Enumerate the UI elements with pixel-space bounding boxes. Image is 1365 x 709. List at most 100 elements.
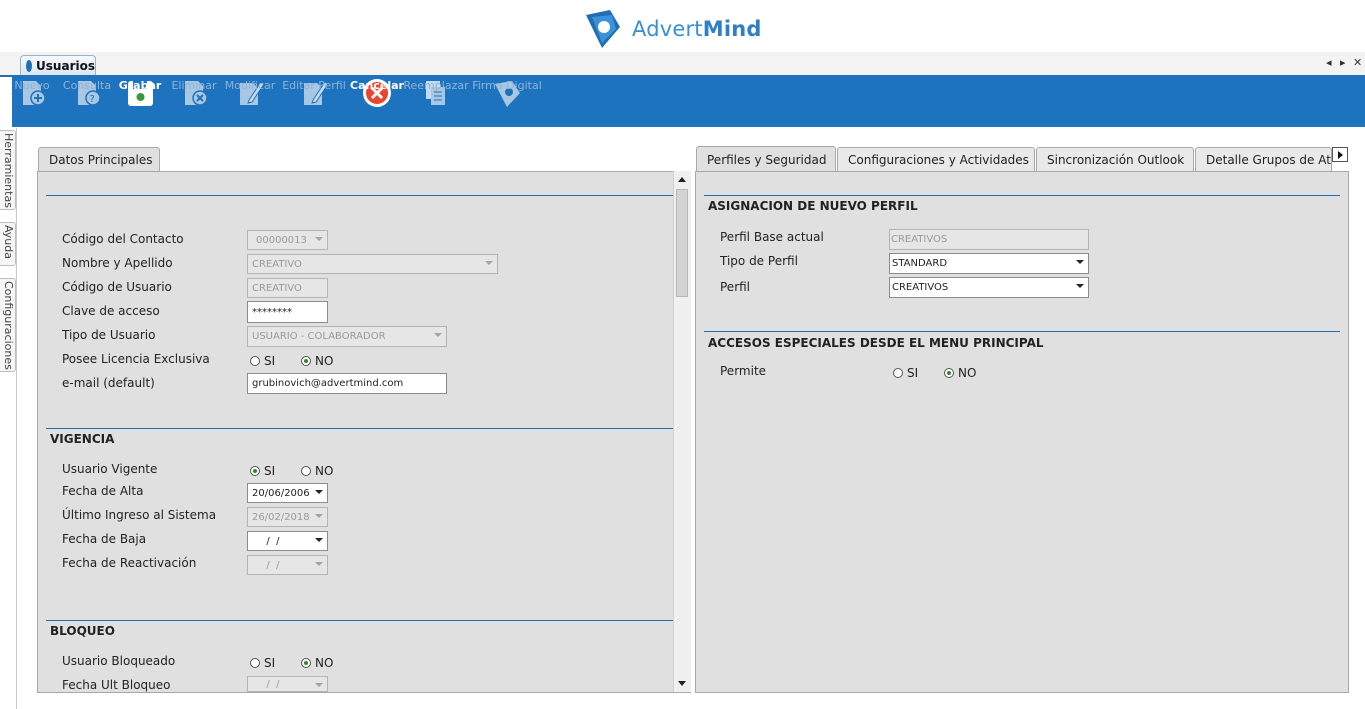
chevron-down-icon: [315, 237, 323, 241]
radio-indicator: [893, 368, 903, 378]
fecha-ult-bloqueo-datepicker[interactable]: / /: [247, 676, 328, 692]
label-codigo-usuario: Código de Usuario: [62, 280, 172, 294]
tab-detalle-grupos[interactable]: Detalle Grupos de Ate: [1195, 147, 1332, 172]
scroll-tabs-right-icon[interactable]: ▸: [1340, 56, 1346, 69]
permite-no-radio[interactable]: NO: [944, 366, 976, 380]
vigente-no-radio[interactable]: NO: [301, 464, 333, 478]
label-licencia-exclusiva: Posee Licencia Exclusiva: [62, 352, 210, 366]
eliminar-button[interactable]: Eliminar: [171, 75, 217, 127]
modificar-button[interactable]: Modificar: [224, 75, 276, 127]
fecha-baja-datepicker[interactable]: / /: [247, 531, 328, 551]
grabar-button[interactable]: Grabar: [119, 75, 161, 127]
scroll-down-icon[interactable]: [678, 681, 686, 686]
label-perfil-base: Perfil Base actual: [720, 230, 824, 244]
section-divider: [46, 428, 673, 429]
asignacion-title: ASIGNACION DE NUEVO PERFIL: [708, 199, 918, 213]
bloqueo-title: BLOQUEO: [50, 624, 115, 638]
perfil-base-field[interactable]: CREATIVOS: [889, 229, 1089, 250]
label-codigo-contacto: Código del Contacto: [62, 232, 184, 246]
radio-indicator: [944, 368, 954, 378]
chevron-down-icon: [315, 538, 323, 542]
firma-digital-button[interactable]: Firma Digital: [472, 75, 542, 127]
fecha-reactivacion-datepicker[interactable]: / /: [247, 555, 328, 575]
label-usuario-vigente: Usuario Vigente: [62, 462, 158, 476]
licencia-si-radio[interactable]: SI: [250, 354, 275, 368]
radio-indicator: [250, 658, 260, 668]
section-divider: [46, 620, 673, 621]
clave-acceso-field[interactable]: ********: [247, 301, 328, 323]
svg-text:?: ?: [90, 94, 95, 105]
fecha-alta-datepicker[interactable]: 20/06/2006: [247, 483, 328, 503]
section-divider: [46, 195, 673, 196]
radio-indicator: [250, 356, 260, 366]
email-field[interactable]: grubinovich@advertmind.com: [247, 373, 447, 394]
chevron-down-icon: [315, 562, 323, 566]
tab-datos-principales[interactable]: Datos Principales: [38, 147, 160, 172]
side-tab-configuraciones[interactable]: Configuraciones: [0, 278, 16, 372]
side-tab-herramientas[interactable]: Herramientas: [0, 130, 16, 210]
app-logo: AdvertMind: [580, 6, 762, 52]
cancelar-button[interactable]: Cancelar: [350, 75, 404, 127]
label-tipo-perfil: Tipo de Perfil: [720, 254, 798, 268]
toolbar: Nuevo ? Consulta Grabar Eliminar Modific…: [12, 75, 1365, 127]
tab-configuraciones-actividades[interactable]: Configuraciones y Actividades: [837, 147, 1035, 172]
side-tab-ayuda[interactable]: Ayuda: [0, 222, 16, 266]
permite-si-radio[interactable]: SI: [893, 366, 918, 380]
codigo-contacto-select[interactable]: 00000013: [247, 230, 328, 250]
tipo-usuario-select[interactable]: USUARIO - COLABORADOR: [247, 326, 447, 347]
label-fecha-alta: Fecha de Alta: [62, 484, 144, 498]
label-nombre-apellido: Nombre y Apellido: [62, 256, 173, 270]
licencia-no-radio[interactable]: NO: [301, 354, 333, 368]
radio-indicator: [301, 356, 311, 366]
vigente-si-radio[interactable]: SI: [250, 464, 275, 478]
scrollbar-thumb[interactable]: [676, 189, 688, 297]
tipo-perfil-select[interactable]: STANDARD: [889, 253, 1089, 274]
tab-usuarios[interactable]: Usuarios: [20, 55, 96, 75]
chevron-down-icon: [1076, 284, 1084, 288]
label-usuario-bloqueado: Usuario Bloqueado: [62, 654, 176, 668]
label-fecha-reactivacion: Fecha de Reactivación: [62, 556, 197, 570]
brand-name: AdvertMind: [632, 17, 762, 41]
bloqueado-no-radio[interactable]: NO: [301, 656, 333, 670]
section-divider: [704, 331, 1340, 332]
section-divider: [704, 195, 1340, 196]
nuevo-button[interactable]: Nuevo: [12, 75, 52, 127]
scroll-up-icon[interactable]: [678, 177, 686, 182]
chevron-down-icon: [315, 490, 323, 494]
usuarios-tab-icon: [26, 59, 33, 72]
label-perfil: Perfil: [720, 280, 751, 294]
radio-indicator: [250, 466, 260, 476]
close-document-icon[interactable]: ✕: [1353, 56, 1362, 69]
chevron-down-icon: [434, 333, 442, 337]
label-fecha-ult-bloqueo: Fecha Ult Bloqueo: [62, 678, 171, 692]
accesos-title: ACCESOS ESPECIALES DESDE EL MENU PRINCIP…: [708, 336, 1044, 350]
tab-perfiles-seguridad[interactable]: Perfiles y Seguridad: [696, 146, 836, 172]
chevron-down-icon: [1076, 260, 1084, 264]
datos-principales-panel: [37, 171, 691, 693]
chevron-down-icon: [315, 683, 323, 687]
radio-indicator: [301, 658, 311, 668]
tab-sincronizacion-outlook[interactable]: Sincronización Outlook: [1036, 147, 1194, 172]
reemplazar-button[interactable]: Reemplazar: [403, 75, 469, 127]
label-fecha-baja: Fecha de Baja: [62, 532, 147, 546]
editar-perfil-button[interactable]: Editar Perfil: [282, 75, 346, 127]
tabs-scroll-right-icon[interactable]: [1332, 147, 1348, 162]
label-tipo-usuario: Tipo de Usuario: [62, 328, 156, 342]
codigo-usuario-field[interactable]: CREATIVO: [247, 278, 328, 298]
bloqueado-si-radio[interactable]: SI: [250, 656, 275, 670]
advertmind-logo-icon: [586, 10, 620, 48]
label-ultimo-ingreso: Último Ingreso al Sistema: [62, 508, 217, 522]
ultimo-ingreso-datepicker[interactable]: 26/02/2018: [247, 507, 328, 527]
label-email: e-mail (default): [62, 376, 155, 390]
scroll-tabs-left-icon[interactable]: ◂: [1326, 56, 1332, 69]
chevron-down-icon: [315, 514, 323, 518]
vigencia-title: VIGENCIA: [50, 432, 115, 446]
chevron-down-icon: [485, 261, 493, 265]
nombre-apellido-select[interactable]: CREATIVO: [247, 254, 498, 274]
label-permite: Permite: [720, 364, 767, 378]
document-tab-strip: [0, 52, 1365, 77]
label-clave-acceso: Clave de acceso: [62, 304, 160, 318]
perfil-select[interactable]: CREATIVOS: [889, 277, 1089, 298]
left-panel-scrollbar[interactable]: [673, 171, 691, 692]
consulta-button[interactable]: ? Consulta: [62, 75, 112, 127]
